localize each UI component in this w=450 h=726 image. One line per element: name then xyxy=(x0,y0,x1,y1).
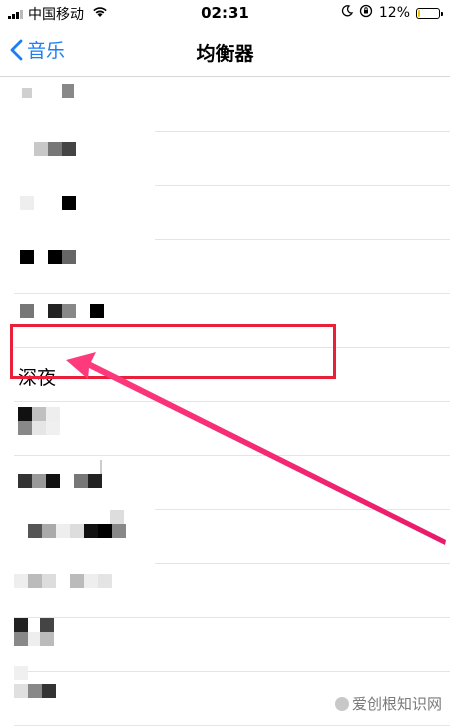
blurred-label xyxy=(112,524,126,538)
orientation-lock-icon xyxy=(359,4,373,22)
blurred-label xyxy=(14,618,28,632)
blurred-label xyxy=(88,474,102,488)
blurred-label xyxy=(46,407,60,421)
list-item[interactable] xyxy=(0,240,450,294)
blurred-label xyxy=(40,618,54,632)
list-item-highlighted[interactable]: 深夜 xyxy=(0,348,450,402)
list-item[interactable] xyxy=(0,402,450,456)
blurred-label xyxy=(28,632,40,646)
blurred-label xyxy=(18,407,32,421)
blurred-label xyxy=(48,304,62,318)
blurred-label xyxy=(42,574,56,588)
blurred-label xyxy=(70,574,84,588)
blurred-label xyxy=(48,142,62,156)
blurred-label xyxy=(28,684,42,698)
blurred-label xyxy=(62,304,76,318)
status-right-group: 12% xyxy=(341,4,443,22)
battery-icon xyxy=(416,7,443,19)
battery-percent: 12% xyxy=(378,5,410,21)
blurred-label xyxy=(46,474,60,488)
battery-fill xyxy=(418,9,420,17)
blurred-label xyxy=(98,574,112,588)
blurred-label xyxy=(90,304,104,318)
list-item[interactable] xyxy=(0,618,450,672)
list-item[interactable] xyxy=(0,78,450,132)
list-item[interactable] xyxy=(0,564,450,618)
blurred-label xyxy=(14,684,28,698)
blurred-label xyxy=(62,84,74,98)
blurred-label xyxy=(100,460,102,474)
watermark-text: 爱创根知识网 xyxy=(351,695,442,713)
blurred-label xyxy=(110,510,124,524)
moon-icon xyxy=(341,5,353,21)
list-item[interactable] xyxy=(0,510,450,564)
status-bar: 中国移动 02:31 12% xyxy=(0,0,450,26)
list-item[interactable] xyxy=(0,186,450,240)
blurred-label xyxy=(32,421,46,435)
blurred-label xyxy=(14,574,28,588)
blurred-label xyxy=(62,250,76,264)
blurred-label xyxy=(20,250,34,264)
blurred-label xyxy=(46,421,60,435)
blurred-label xyxy=(70,524,84,538)
watermark: 爱创根知识网 xyxy=(334,693,442,714)
blurred-label xyxy=(28,574,42,588)
blurred-label xyxy=(20,304,34,318)
blurred-label xyxy=(34,142,48,156)
list-item[interactable] xyxy=(0,132,450,186)
list-item[interactable] xyxy=(0,294,450,348)
page-title: 均衡器 xyxy=(196,43,254,65)
blurred-label xyxy=(74,474,88,488)
blurred-label xyxy=(62,196,76,210)
blurred-label xyxy=(28,524,42,538)
blurred-label xyxy=(42,524,56,538)
blurred-label xyxy=(18,421,32,435)
blurred-label xyxy=(20,196,34,210)
navigation-bar: 音乐 均衡器 xyxy=(0,26,450,77)
blurred-label xyxy=(18,474,32,488)
list-item-label: 深夜 xyxy=(18,367,57,389)
blurred-label xyxy=(84,574,98,588)
blurred-label xyxy=(48,250,62,264)
blurred-label xyxy=(22,88,32,98)
blurred-label xyxy=(98,524,112,538)
blurred-label xyxy=(42,684,56,698)
blurred-label xyxy=(32,407,46,421)
blurred-label xyxy=(32,474,46,488)
blurred-label xyxy=(40,632,54,646)
blurred-label xyxy=(56,524,70,538)
list-item[interactable] xyxy=(0,456,450,510)
blurred-label xyxy=(84,524,98,538)
blurred-label xyxy=(62,142,76,156)
blurred-label xyxy=(14,632,28,646)
watermark-logo-icon xyxy=(334,696,349,711)
blurred-label xyxy=(14,666,28,680)
